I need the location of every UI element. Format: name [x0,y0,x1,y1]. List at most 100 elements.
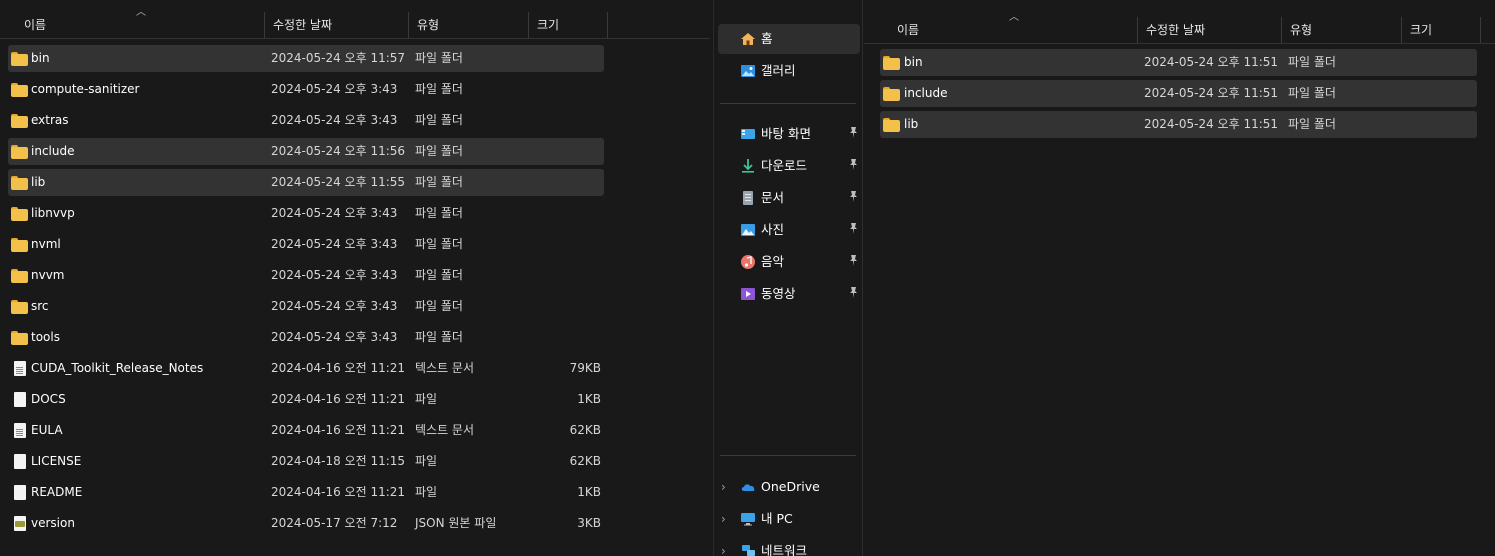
nav-item-desktop[interactable]: 바탕 화면 [718,119,860,149]
file-size [531,200,601,227]
file-modified: 2024-05-24 오후 3:43 [271,206,398,220]
file-modified: 2024-05-17 오전 7:12 [271,516,398,530]
file-size [531,231,601,258]
chevron-right-icon[interactable]: › [721,504,726,534]
gallery-icon [740,63,756,79]
file-name: tools [31,330,60,344]
file-row[interactable]: nvvm 2024-05-24 오후 3:43 파일 폴더 [8,262,604,289]
column-modified[interactable]: 수정한 날짜 [1137,17,1281,43]
file-row[interactable]: DOCS 2024-04-16 오전 11:21 파일 1KB [8,386,604,413]
file-row[interactable]: nvml 2024-05-24 오후 3:43 파일 폴더 [8,231,604,258]
file-modified: 2024-05-24 오후 11:55 [271,175,406,189]
file-size [531,293,601,320]
column-type[interactable]: 유형 [1281,17,1401,43]
file-row[interactable]: src 2024-05-24 오후 3:43 파일 폴더 [8,293,604,320]
nav-item-pictures[interactable]: 사진 [718,215,860,245]
network-icon [740,543,756,556]
file-modified: 2024-04-16 오전 11:21 [271,423,406,437]
file-size: 62KB [569,423,601,437]
file-modified: 2024-05-24 오후 3:43 [271,113,398,127]
column-header: ︿ 이름 수정한 날짜 유형 크기 [0,7,710,39]
column-modified[interactable]: 수정한 날짜 [264,12,408,38]
file-size [531,169,601,196]
file-row[interactable]: EULA 2024-04-16 오전 11:21 텍스트 문서 62KB [8,417,604,444]
file-size: 1KB [577,485,601,499]
navigation-pane: 홈갤러리바탕 화면다운로드 문서 사진음악동영상 › OneDrive › 내 PC › 네트워… [714,0,863,556]
file-name: README [31,485,83,499]
nav-item-videos[interactable]: 동영상 [718,279,860,309]
right-explorer-pane: 홈갤러리바탕 화면다운로드 문서 사진음악동영상 › OneDrive › 내 PC › 네트워… [713,0,1495,556]
music-icon [740,254,756,270]
file-row[interactable]: compute-sanitizer 2024-05-24 오후 3:43 파일 폴더 [8,76,604,103]
pin-icon[interactable] [849,127,858,141]
file-row[interactable]: tools 2024-05-24 오후 3:43 파일 폴더 [8,324,604,351]
file-modified: 2024-05-24 오후 3:43 [271,268,398,282]
nav-item-gallery[interactable]: 갤러리 [718,56,860,86]
file-modified: 2024-05-24 오후 11:51 [1144,86,1279,100]
nav-item-this-pc[interactable]: › 내 PC [718,504,860,534]
chevron-right-icon[interactable]: › [721,472,726,502]
file-size: 62KB [569,454,601,468]
column-size[interactable]: 크기 [1401,17,1481,43]
file-row[interactable]: include 2024-05-24 오후 11:56 파일 폴더 [8,138,604,165]
file-type: 파일 [415,392,438,406]
file-name: libnvvp [31,206,75,220]
file-row[interactable]: lib 2024-05-24 오후 11:51 파일 폴더 [880,111,1477,138]
file-row[interactable]: lib 2024-05-24 오후 11:55 파일 폴더 [8,169,604,196]
nav-item-network[interactable]: › 네트워크 [718,536,860,556]
file-type: 파일 폴더 [415,330,463,344]
file-row[interactable]: libnvvp 2024-05-24 오후 3:43 파일 폴더 [8,200,604,227]
folder-icon [11,269,28,283]
file-row[interactable]: bin 2024-05-24 오후 11:57 파일 폴더 [8,45,604,72]
nav-item-download[interactable]: 다운로드 [718,151,860,181]
nav-item-label: 홈 [761,31,773,46]
file-row[interactable]: LICENSE 2024-04-18 오전 11:15 파일 62KB [8,448,604,475]
file-modified: 2024-04-16 오전 11:21 [271,392,406,406]
file-size [1404,49,1474,76]
column-name[interactable]: 이름 [889,17,1137,43]
file-type: 파일 폴더 [1288,117,1336,131]
file-row[interactable]: bin 2024-05-24 오후 11:51 파일 폴더 [880,49,1477,76]
column-name[interactable]: 이름 [16,12,262,38]
file-type: 파일 폴더 [1288,55,1336,69]
file-name: EULA [31,423,63,437]
file-row[interactable]: extras 2024-05-24 오후 3:43 파일 폴더 [8,107,604,134]
file-size: 3KB [577,516,601,530]
pin-icon[interactable] [849,191,858,205]
file-row[interactable]: include 2024-05-24 오후 11:51 파일 폴더 [880,80,1477,107]
column-header: ︿ 이름 수정한 날짜 유형 크기 [864,12,1495,44]
column-type[interactable]: 유형 [408,12,528,38]
file-name: version [31,516,75,530]
file-icon [14,454,26,469]
file-name: bin [31,51,50,65]
pin-icon[interactable] [849,255,858,269]
folder-icon [883,56,900,70]
file-row[interactable]: README 2024-04-16 오전 11:21 파일 1KB [8,479,604,506]
chevron-right-icon[interactable]: › [721,536,726,556]
file-icon [14,392,26,407]
file-size [531,138,601,165]
file-type: 파일 폴더 [415,268,463,282]
column-size[interactable]: 크기 [528,12,608,38]
file-name: compute-sanitizer [31,82,140,96]
nav-item-documents[interactable]: 문서 [718,183,860,213]
file-size [531,76,601,103]
file-row[interactable]: version 2024-05-17 오전 7:12 JSON 원본 파일 3KB [8,510,604,537]
nav-item-label: 음악 [761,254,785,269]
file-row[interactable]: CUDA_Toolkit_Release_Notes 2024-04-16 오전 … [8,355,604,382]
nav-item-music[interactable]: 음악 [718,247,860,277]
nav-item-home[interactable]: 홈 [718,24,860,54]
file-modified: 2024-05-24 오후 11:57 [271,51,406,65]
nav-item-onedrive[interactable]: › OneDrive [718,472,860,502]
pin-icon[interactable] [849,223,858,237]
nav-item-label: 바탕 화면 [761,126,811,141]
file-type: 파일 폴더 [1288,86,1336,100]
pin-icon[interactable] [849,159,858,173]
pin-icon[interactable] [849,287,858,301]
nav-item-label: 갤러리 [761,63,796,78]
file-modified: 2024-05-24 오후 3:43 [271,82,398,96]
file-modified: 2024-05-24 오후 11:56 [271,144,406,158]
file-size: 79KB [569,361,601,375]
file-type: 파일 [415,454,438,468]
file-type: 파일 폴더 [415,206,463,220]
